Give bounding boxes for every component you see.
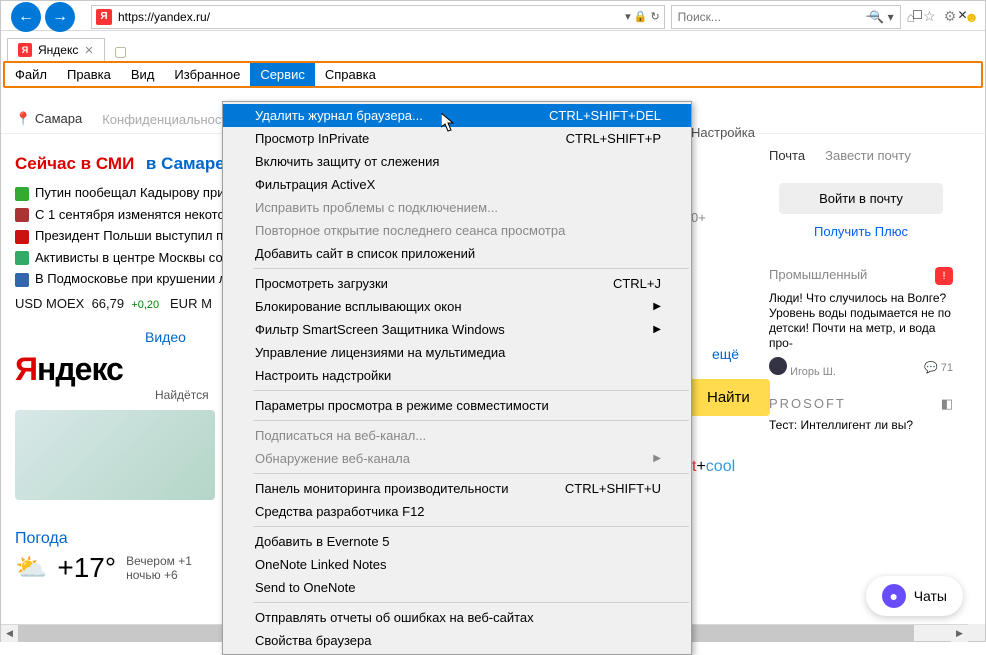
weather-icon: ⛅ [15, 552, 47, 583]
window-close[interactable]: ✕ [940, 1, 985, 29]
menu-separator [253, 268, 689, 269]
video-link[interactable]: Видео [145, 329, 186, 345]
ad-image [15, 410, 215, 500]
prosoft-text[interactable]: Тест: Интеллигент ли вы? [769, 418, 953, 433]
menu-item[interactable]: Send to OneNote [223, 576, 691, 599]
menu-item[interactable]: Настроить надстройки [223, 364, 691, 387]
menu-item[interactable]: Включить защиту от слежения [223, 150, 691, 173]
menu-item[interactable]: Средства разработчика F12 [223, 500, 691, 523]
menu-item[interactable]: Добавить сайт в список приложений [223, 242, 691, 265]
menubar-item-файл[interactable]: Файл [5, 63, 57, 86]
menubar-item-сервис[interactable]: Сервис [250, 63, 315, 86]
get-plus-link[interactable]: Получить Плюс [779, 224, 943, 239]
weather-temp: +17° [57, 552, 116, 584]
menu-item: Исправить проблемы с подключением... [223, 196, 691, 219]
menu-item[interactable]: Управление лицензиями на мультимедиа [223, 341, 691, 364]
search-submit-button[interactable]: Найти [687, 379, 770, 416]
tab-close-icon[interactable]: ✕ [84, 44, 93, 57]
address-input[interactable] [118, 10, 625, 24]
menu-separator [253, 526, 689, 527]
menu-item: Подписаться на веб-канал... [223, 424, 691, 447]
mail-create-tab[interactable]: Завести почту [825, 148, 911, 163]
menubar-item-правка[interactable]: Правка [57, 63, 121, 86]
smi-heading[interactable]: Сейчас в СМИ [15, 154, 134, 173]
search-input[interactable] [678, 10, 870, 24]
site-icon: Я [96, 9, 112, 25]
chat-button[interactable]: ● Чаты [866, 576, 963, 616]
settings-link[interactable]: Настройка [691, 125, 755, 140]
menubar-item-избранное[interactable]: Избранное [164, 63, 250, 86]
card-text: Люди! Что случилось на Волге? Уровень во… [769, 291, 953, 351]
window-maximize[interactable]: ☐ [895, 1, 940, 29]
menu-separator [253, 473, 689, 474]
window-minimize[interactable]: — [850, 1, 895, 29]
chat-label: Чаты [914, 588, 947, 604]
menu-separator [253, 602, 689, 603]
card-comments: 💬 71 [924, 361, 953, 374]
more-link[interactable]: ещё [712, 346, 739, 362]
card-category: Промышленный [769, 267, 867, 285]
menu-item[interactable]: OneNote Linked Notes [223, 553, 691, 576]
menu-separator [253, 390, 689, 391]
menu-item[interactable]: Просмотреть загрузкиCTRL+J [223, 272, 691, 295]
menu-item[interactable]: Добавить в Evernote 5 [223, 530, 691, 553]
scroll-right-button[interactable]: ▶ [951, 625, 968, 642]
avatar [769, 357, 787, 375]
tab-favicon: Я [18, 43, 32, 57]
menu-item[interactable]: Отправлять отчеты об ошибках на веб-сайт… [223, 606, 691, 629]
menu-item[interactable]: Свойства браузера [223, 629, 691, 652]
nav-back-button[interactable]: ← [11, 2, 41, 32]
mail-login-button[interactable]: Войти в почту [779, 183, 943, 214]
nav-forward-button[interactable]: → [45, 2, 75, 32]
mail-tab[interactable]: Почта [769, 148, 805, 163]
card-badge-icon: ! [935, 267, 953, 285]
menu-item[interactable]: Удалить журнал браузера...CTRL+SHIFT+DEL [223, 104, 691, 127]
menu-item[interactable]: Фильтр SmartScreen Защитника Windows▶ [223, 318, 691, 341]
menu-item: Повторное открытие последнего сеанса про… [223, 219, 691, 242]
menubar: ФайлПравкаВидИзбранноеСервисСправка [5, 63, 981, 86]
scroll-left-button[interactable]: ◀ [1, 625, 18, 642]
weather-desc: Вечером +1 ночью +6 [126, 554, 192, 582]
confidential-label: Конфиденциальность [102, 112, 234, 127]
card-author: Игорь Ш. [790, 366, 836, 378]
tab-title: Яндекс [38, 43, 78, 57]
addr-controls: ▾ 🔒 ↻ [625, 10, 660, 23]
menubar-item-вид[interactable]: Вид [121, 63, 165, 86]
browser-tab[interactable]: Я Яндекс ✕ [7, 38, 105, 61]
smi-region-link[interactable]: в Самаре [146, 154, 225, 173]
hotcool-label: t+cool [692, 458, 735, 476]
menubar-item-справка[interactable]: Справка [315, 63, 386, 86]
menu-item[interactable]: Фильтрация ActiveX [223, 173, 691, 196]
prosoft-title: PROSOFT [769, 396, 846, 412]
new-tab-button[interactable]: ▢ [111, 41, 131, 61]
menu-item[interactable]: Просмотр InPrivateCTRL+SHIFT+P [223, 127, 691, 150]
menu-item[interactable]: Блокирование всплывающих окон▶ [223, 295, 691, 318]
scrollbar-corner [968, 624, 985, 641]
chat-icon: ● [882, 584, 906, 608]
tools-dropdown-menu: Удалить журнал браузера...CTRL+SHIFT+DEL… [222, 101, 692, 655]
menu-item: Обнаружение веб-канала▶ [223, 447, 691, 470]
menu-item[interactable]: Параметры просмотра в режиме совместимос… [223, 394, 691, 417]
city-link[interactable]: 📍 Самара [15, 111, 82, 127]
menu-separator [253, 420, 689, 421]
prosoft-icon: ◧ [941, 396, 953, 412]
menu-item[interactable]: Панель мониторинга производительностиCTR… [223, 477, 691, 500]
address-bar[interactable]: Я ▾ 🔒 ↻ [91, 5, 665, 29]
